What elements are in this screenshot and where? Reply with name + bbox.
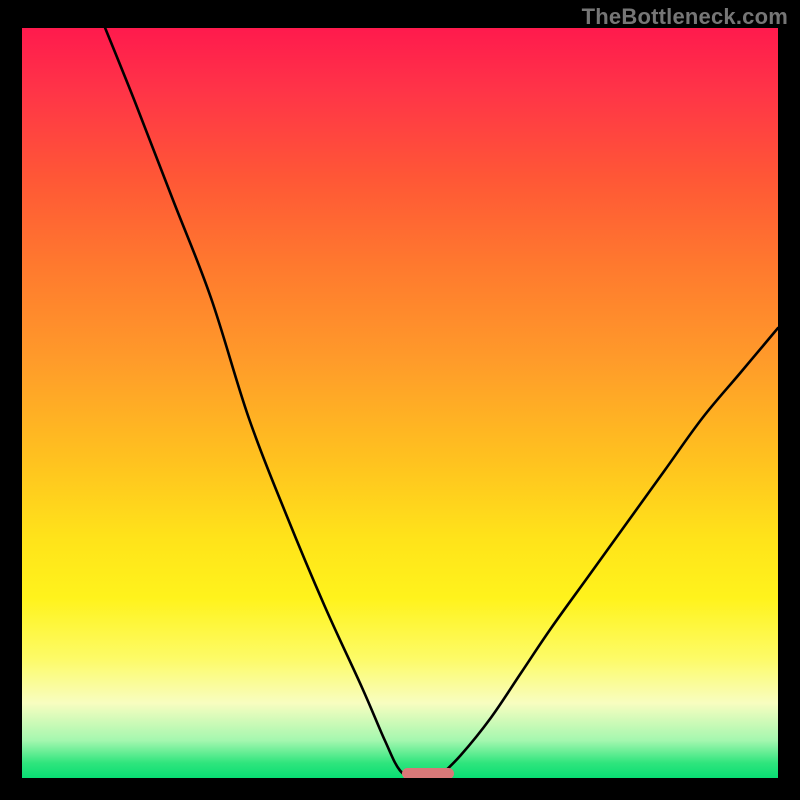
- chart-frame: TheBottleneck.com: [0, 0, 800, 800]
- left-curve: [105, 28, 415, 778]
- right-curve: [438, 328, 778, 778]
- bottleneck-curves: [22, 28, 778, 778]
- watermark-text: TheBottleneck.com: [582, 4, 788, 30]
- plot-area: [22, 28, 778, 778]
- optimal-range-marker: [402, 768, 454, 778]
